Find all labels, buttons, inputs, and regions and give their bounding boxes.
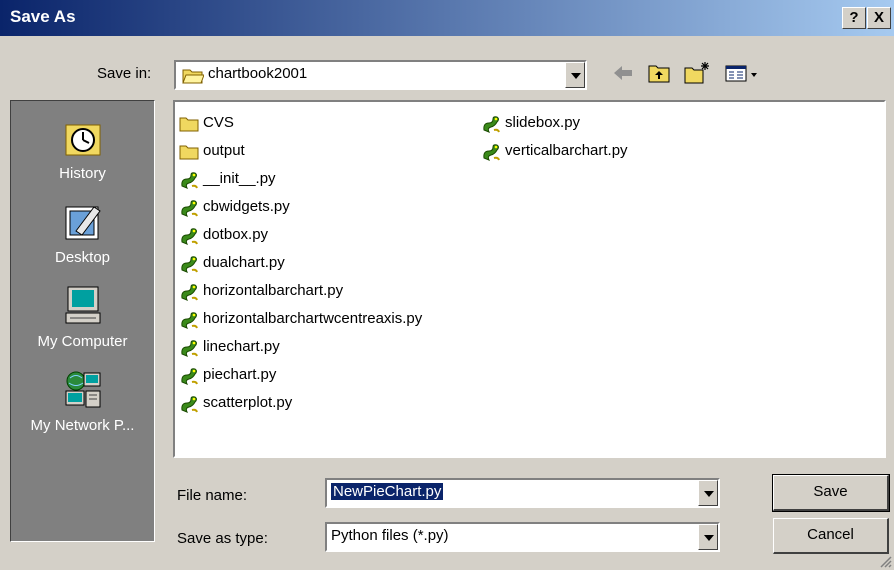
file-name-input[interactable]: NewPieChart.py [325,478,720,508]
file-list[interactable]: CVS output __init__.py cbwidgets.py dotb… [173,100,886,458]
folder-icon [179,145,199,160]
save-in-value: chartbook2001 [208,65,308,82]
file-name-label: File name: [177,487,248,504]
save-as-type-value: Python files (*.py) [331,527,449,544]
file-name: linechart.py [203,338,280,355]
up-folder-icon[interactable] [647,60,671,86]
file-name: verticalbarchart.py [505,142,628,159]
file-name: dualchart.py [203,254,285,271]
places-bar: History Desktop My Computer My Network P… [10,100,155,542]
place-label: My Network P... [30,417,135,434]
resize-grip-icon[interactable] [878,554,892,568]
file-name-value: NewPieChart.py [331,483,444,500]
place-label: My Computer [37,333,128,350]
close-button[interactable]: X [867,7,891,29]
python-file-icon [181,396,198,413]
python-file-icon [181,228,198,245]
python-file-icon [181,200,198,217]
desktop-icon [65,206,101,240]
file-name: __init__.py [203,170,276,187]
python-file-icon [483,144,500,161]
python-file-icon [181,256,198,273]
place-label: Desktop [54,249,111,266]
history-icon [65,124,100,156]
file-name: CVS [203,114,234,131]
new-folder-icon[interactable] [683,60,711,86]
python-file-icon [181,340,198,357]
file-name: cbwidgets.py [203,198,290,215]
save-as-type-label: Save as type: [177,530,268,547]
chevron-down-icon[interactable] [698,480,718,506]
python-file-icon [483,116,500,133]
python-file-icon [181,172,198,189]
cancel-button[interactable]: Cancel [773,518,889,554]
python-file-icon [181,284,198,301]
file-name: piechart.py [203,366,277,383]
title-bar[interactable]: Save As ? X [0,0,894,36]
save-button[interactable]: Save [772,474,890,512]
file-name: horizontalbarchartwcentreaxis.py [203,310,423,327]
help-button[interactable]: ? [842,7,866,29]
view-menu-icon[interactable] [724,60,764,86]
my-computer-icon [65,286,100,324]
file-name: output [203,142,245,159]
chevron-down-icon[interactable] [565,62,585,88]
save-as-type-dropdown[interactable]: Python files (*.py) [325,522,720,552]
place-label: History [59,165,106,182]
window-title: Save As [10,7,76,26]
save-in-dropdown[interactable]: chartbook2001 [174,60,587,90]
file-name: horizontalbarchart.py [203,282,344,299]
place-desktop[interactable]: Desktop [11,201,154,266]
folder-icon [179,117,199,132]
python-file-icon [181,312,198,329]
python-file-icon [181,368,198,385]
file-name: scatterplot.py [203,394,293,411]
chevron-down-icon[interactable] [698,524,718,550]
folder-open-icon [182,69,204,84]
place-my-network[interactable]: My Network P... [11,369,154,434]
network-icon [65,371,100,408]
place-my-computer[interactable]: My Computer [11,285,154,350]
place-history[interactable]: History [11,117,154,182]
file-name: slidebox.py [505,114,581,131]
file-name: dotbox.py [203,226,269,243]
save-as-dialog: Save As ? X Save in: chartbook2001 Histo… [0,0,894,570]
back-arrow-icon[interactable] [612,60,634,86]
save-in-label: Save in: [97,65,152,82]
